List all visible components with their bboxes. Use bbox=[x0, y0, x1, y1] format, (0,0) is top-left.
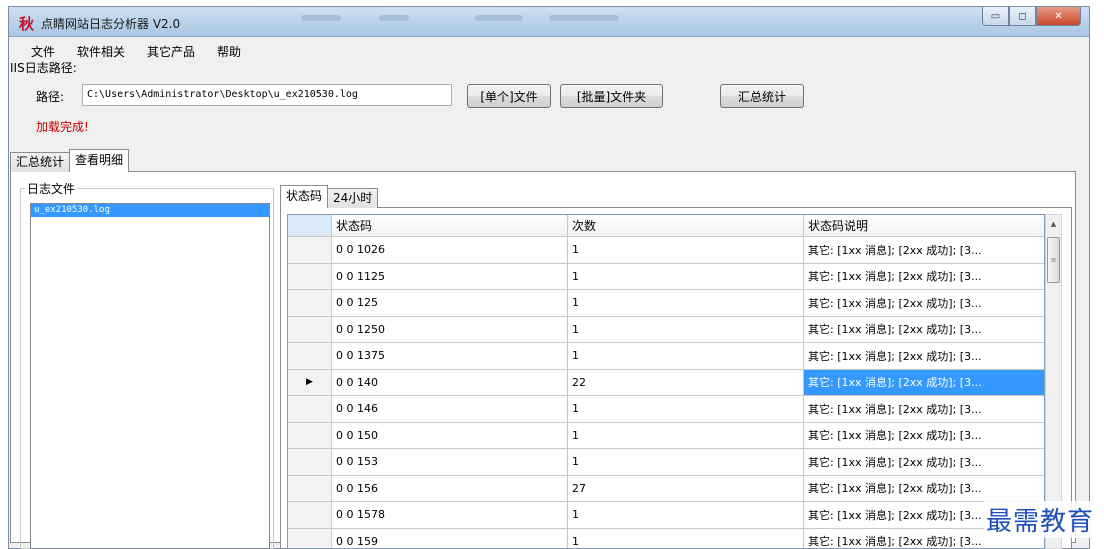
row-header[interactable] bbox=[288, 422, 332, 449]
status-code-cell[interactable]: 0 0 146 bbox=[332, 396, 568, 423]
table-row[interactable]: ▶ 0 0 140 22 其它: [1xx 消息]; [2xx 成功]; [3... bbox=[288, 369, 1044, 396]
description-cell[interactable]: 其它: [1xx 消息]; [2xx 成功]; [3... bbox=[804, 264, 1044, 290]
column-header-description[interactable]: 状态码说明 bbox=[804, 215, 1044, 237]
count-cell[interactable]: 1 bbox=[568, 237, 804, 264]
row-header[interactable] bbox=[288, 343, 332, 370]
count-cell[interactable]: 1 bbox=[568, 502, 804, 529]
log-file-item[interactable]: u_ex210530.log bbox=[31, 204, 269, 217]
row-header[interactable] bbox=[288, 263, 332, 290]
menu-software[interactable]: 软件相关 bbox=[77, 41, 125, 63]
description-cell[interactable]: 其它: [1xx 消息]; [2xx 成功]; [3... bbox=[804, 290, 1044, 317]
status-code-cell[interactable]: 0 0 1250 bbox=[332, 316, 568, 343]
count-cell[interactable]: 1 bbox=[568, 528, 804, 548]
description-cell[interactable]: 其它: [1xx 消息]; [2xx 成功]; [3... bbox=[804, 476, 1044, 502]
row-header[interactable] bbox=[288, 316, 332, 343]
row-header[interactable] bbox=[288, 290, 332, 317]
app-logo-icon: 秋 bbox=[19, 15, 35, 33]
scroll-thumb[interactable]: ≡ bbox=[1047, 237, 1060, 283]
tab-24-hours[interactable]: 24小时 bbox=[327, 188, 379, 208]
grid-header-row: 状态码 次数 状态码说明 bbox=[288, 215, 1044, 237]
table-row[interactable]: 0 0 1375 1 其它: [1xx 消息]; [2xx 成功]; [3... bbox=[288, 343, 1044, 370]
table-row[interactable]: 0 0 1125 1 其它: [1xx 消息]; [2xx 成功]; [3... bbox=[288, 263, 1044, 290]
count-cell[interactable]: 1 bbox=[568, 422, 804, 449]
window-controls: ▭ ◻ ✕ bbox=[982, 7, 1081, 27]
status-code-cell[interactable]: 0 0 1125 bbox=[332, 263, 568, 290]
table-row[interactable]: 0 0 156 27 其它: [1xx 消息]; [2xx 成功]; [3... bbox=[288, 475, 1044, 502]
row-header[interactable] bbox=[288, 396, 332, 423]
summary-button[interactable]: 汇总统计 bbox=[720, 84, 804, 108]
row-header[interactable] bbox=[288, 502, 332, 529]
inner-tabs: 状态码 24小时 bbox=[280, 184, 379, 208]
watermark-logo: 最需教育 bbox=[983, 501, 1096, 538]
count-cell[interactable]: 1 bbox=[568, 343, 804, 370]
outer-tabs: 汇总统计 查看明细 bbox=[10, 149, 130, 172]
row-header[interactable] bbox=[288, 528, 332, 548]
table-row[interactable]: 0 0 159 1 其它: [1xx 消息]; [2xx 成功]; [3... bbox=[288, 528, 1044, 548]
menu-other-products[interactable]: 其它产品 bbox=[147, 41, 195, 63]
description-cell[interactable]: 其它: [1xx 消息]; [2xx 成功]; [3... bbox=[804, 396, 1044, 423]
title-bar-blur bbox=[475, 15, 523, 21]
status-code-cell[interactable]: 0 0 140 bbox=[332, 369, 568, 396]
table-row[interactable]: 0 0 1578 1 其它: [1xx 消息]; [2xx 成功]; [3... bbox=[288, 502, 1044, 529]
close-button[interactable]: ✕ bbox=[1036, 7, 1081, 26]
status-code-cell[interactable]: 0 0 1375 bbox=[332, 343, 568, 370]
description-cell[interactable]: 其它: [1xx 消息]; [2xx 成功]; [3... bbox=[804, 369, 1044, 396]
count-cell[interactable]: 1 bbox=[568, 290, 804, 317]
status-code-grid[interactable]: 状态码 次数 状态码说明 0 0 1026 1 其它: [1xx 消息]; [2xx… bbox=[287, 214, 1045, 549]
current-row-arrow-icon: ▶ bbox=[306, 377, 313, 388]
count-cell[interactable]: 1 bbox=[568, 396, 804, 423]
table-row[interactable]: 0 0 146 1 其它: [1xx 消息]; [2xx 成功]; [3... bbox=[288, 396, 1044, 423]
status-code-cell[interactable]: 0 0 153 bbox=[332, 449, 568, 476]
tab-summary[interactable]: 汇总统计 bbox=[10, 152, 71, 172]
column-header-status-code[interactable]: 状态码 bbox=[332, 215, 568, 237]
table-row[interactable]: 0 0 1026 1 其它: [1xx 消息]; [2xx 成功]; [3... bbox=[288, 237, 1044, 264]
grid-scrollbar[interactable]: ▲ ≡ bbox=[1045, 214, 1062, 549]
path-input[interactable]: C:\Users\Administrator\Desktop\u_ex21053… bbox=[82, 84, 452, 106]
row-header-corner bbox=[288, 215, 332, 237]
tab-details[interactable]: 查看明细 bbox=[69, 149, 130, 172]
count-cell[interactable]: 27 bbox=[568, 475, 804, 502]
row-header[interactable]: ▶ bbox=[288, 369, 332, 396]
status-code-cell[interactable]: 0 0 1026 bbox=[332, 237, 568, 264]
minimize-button[interactable]: ▭ bbox=[982, 7, 1009, 26]
status-code-cell[interactable]: 0 0 156 bbox=[332, 475, 568, 502]
status-code-cell[interactable]: 0 0 150 bbox=[332, 422, 568, 449]
description-cell[interactable]: 其它: [1xx 消息]; [2xx 成功]; [3... bbox=[804, 423, 1044, 449]
status-code-cell[interactable]: 0 0 125 bbox=[332, 290, 568, 317]
path-label: 路径: bbox=[36, 90, 65, 104]
row-header[interactable] bbox=[288, 449, 332, 476]
row-header[interactable] bbox=[288, 237, 332, 264]
batch-folder-button[interactable]: [批量]文件夹 bbox=[560, 84, 663, 108]
maximize-button[interactable]: ◻ bbox=[1009, 7, 1036, 26]
tab-status-code[interactable]: 状态码 bbox=[280, 185, 329, 208]
status-message: 加载完成! bbox=[36, 120, 89, 134]
count-cell[interactable]: 1 bbox=[568, 263, 804, 290]
window-title: 点睛网站日志分析器 V2.0 bbox=[41, 17, 181, 31]
table-row[interactable]: 0 0 153 1 其它: [1xx 消息]; [2xx 成功]; [3... bbox=[288, 449, 1044, 476]
description-cell[interactable]: 其它: [1xx 消息]; [2xx 成功]; [3... bbox=[804, 449, 1044, 476]
description-cell[interactable]: 其它: [1xx 消息]; [2xx 成功]; [3... bbox=[804, 317, 1044, 343]
column-header-count[interactable]: 次数 bbox=[568, 215, 804, 237]
row-header[interactable] bbox=[288, 475, 332, 502]
title-bar-blur bbox=[301, 15, 341, 21]
table-row[interactable]: 0 0 150 1 其它: [1xx 消息]; [2xx 成功]; [3... bbox=[288, 422, 1044, 449]
iis-path-heading: IIS日志路径: bbox=[10, 61, 77, 75]
table-row[interactable]: 0 0 1250 1 其它: [1xx 消息]; [2xx 成功]; [3... bbox=[288, 316, 1044, 343]
single-file-button[interactable]: [单个]文件 bbox=[467, 84, 551, 108]
title-bar-blur bbox=[379, 15, 409, 21]
scroll-up-arrow-icon[interactable]: ▲ bbox=[1046, 215, 1061, 232]
status-code-cell[interactable]: 0 0 1578 bbox=[332, 502, 568, 529]
title-bar-blur bbox=[549, 15, 619, 21]
log-file-list[interactable]: u_ex210530.log bbox=[30, 203, 270, 549]
count-cell[interactable]: 1 bbox=[568, 449, 804, 476]
title-bar[interactable]: 秋 点睛网站日志分析器 V2.0 ▭ ◻ ✕ bbox=[9, 7, 1089, 37]
count-cell[interactable]: 1 bbox=[568, 316, 804, 343]
log-files-label: 日志文件 bbox=[25, 180, 78, 197]
table-row[interactable]: 0 0 125 1 其它: [1xx 消息]; [2xx 成功]; [3... bbox=[288, 290, 1044, 317]
description-cell[interactable]: 其它: [1xx 消息]; [2xx 成功]; [3... bbox=[804, 343, 1044, 370]
status-code-cell[interactable]: 0 0 159 bbox=[332, 528, 568, 548]
count-cell[interactable]: 22 bbox=[568, 369, 804, 396]
menu-help[interactable]: 帮助 bbox=[217, 41, 241, 63]
description-cell[interactable]: 其它: [1xx 消息]; [2xx 成功]; [3... bbox=[804, 237, 1044, 264]
